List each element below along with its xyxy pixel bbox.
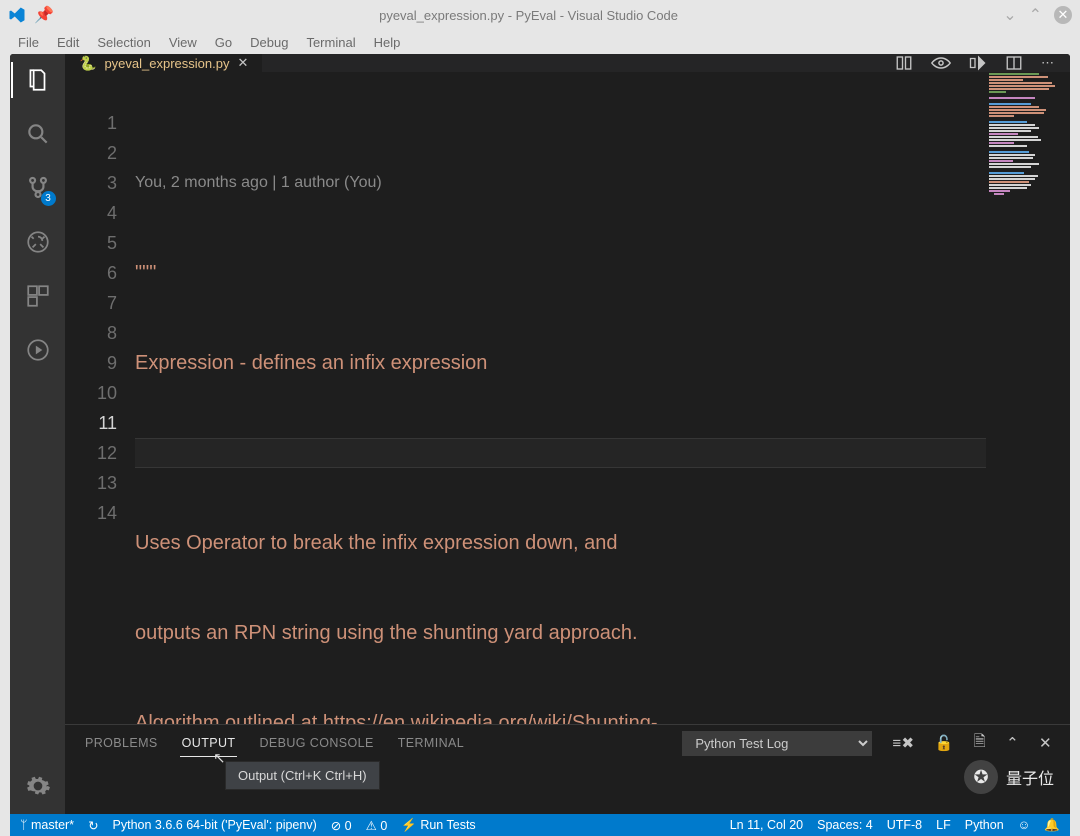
status-python[interactable]: Python 3.6.6 64-bit ('PyEval': pipenv) xyxy=(113,818,317,832)
codelens-1[interactable]: You, 2 months ago | 1 author (You) xyxy=(135,168,1070,198)
menu-file[interactable]: File xyxy=(18,35,39,50)
search-icon[interactable] xyxy=(24,120,52,148)
vscode-logo-icon xyxy=(8,6,26,24)
panel-tab-terminal[interactable]: TERMINAL xyxy=(396,730,466,756)
panel-tab-problems[interactable]: PROBLEMS xyxy=(83,730,160,756)
split-editor-icon[interactable] xyxy=(969,54,987,72)
editor-group: 🐍 pyeval_expression.py ✕ ⋯ 1 2 3 4 5 6 xyxy=(65,54,1070,814)
minimap[interactable] xyxy=(986,72,1070,724)
window-titlebar: 📌 pyeval_expression.py - PyEval - Visual… xyxy=(0,0,1080,30)
panel-maximize-icon[interactable]: ⌃ xyxy=(1006,734,1019,752)
menu-terminal[interactable]: Terminal xyxy=(306,35,355,50)
close-icon[interactable]: ✕ xyxy=(1054,6,1072,24)
status-language[interactable]: Python xyxy=(965,818,1004,832)
activity-bar: 3 xyxy=(10,54,65,814)
line-gutter: 1 2 3 4 5 6 7 8 9 10 11 12 13 14 xyxy=(65,72,135,724)
status-bell-icon[interactable]: 🔔 xyxy=(1044,818,1060,833)
split-right-icon[interactable] xyxy=(1005,54,1023,72)
tab-close-icon[interactable]: ✕ xyxy=(237,55,248,71)
extensions-icon[interactable] xyxy=(24,282,52,310)
status-feedback-icon[interactable]: ☺ xyxy=(1018,818,1031,832)
status-warnings[interactable]: ⚠ 0 xyxy=(366,818,388,833)
lock-scroll-icon[interactable]: 🔓 xyxy=(935,734,954,752)
status-lncol[interactable]: Ln 11, Col 20 xyxy=(730,818,803,832)
status-encoding[interactable]: UTF-8 xyxy=(887,818,922,832)
status-run-tests[interactable]: ⚡ Run Tests xyxy=(401,818,475,833)
panel-close-icon[interactable]: ✕ xyxy=(1039,734,1052,752)
menu-help[interactable]: Help xyxy=(374,35,401,50)
watermark-text: 量子位 xyxy=(1006,765,1054,789)
source-control-icon[interactable]: 3 xyxy=(24,174,52,202)
editor-tabs: 🐍 pyeval_expression.py ✕ ⋯ xyxy=(65,54,1070,72)
test-icon[interactable] xyxy=(24,336,52,364)
output-tooltip: Output (Ctrl+K Ctrl+H) xyxy=(225,761,380,790)
watermark-icon: ✪ xyxy=(964,760,998,794)
status-spaces[interactable]: Spaces: 4 xyxy=(817,818,873,832)
status-errors[interactable]: ⊘ 0 xyxy=(331,818,352,833)
status-eol[interactable]: LF xyxy=(936,818,951,832)
settings-gear-icon[interactable] xyxy=(24,772,52,800)
menu-view[interactable]: View xyxy=(169,35,197,50)
tab-pyeval-expression[interactable]: 🐍 pyeval_expression.py ✕ xyxy=(65,54,263,72)
menu-bar: File Edit Selection View Go Debug Termin… xyxy=(0,30,1080,54)
compare-changes-icon[interactable] xyxy=(895,54,913,72)
status-bar: ᛘ master* ↻ Python 3.6.6 64-bit ('PyEval… xyxy=(10,814,1070,836)
minimize-icon[interactable]: ⌄ xyxy=(1003,5,1016,25)
panel-tab-debug-console[interactable]: DEBUG CONSOLE xyxy=(257,730,375,756)
code-content[interactable]: You, 2 months ago | 1 author (You) """ E… xyxy=(135,72,1070,724)
toggle-blame-icon[interactable] xyxy=(931,56,951,70)
bottom-panel: PROBLEMS OUTPUT DEBUG CONSOLE TERMINAL P… xyxy=(65,724,1070,814)
output-channel-select[interactable]: Python Test Log xyxy=(682,731,872,756)
tab-filename: pyeval_expression.py xyxy=(104,56,229,71)
debug-icon[interactable] xyxy=(24,228,52,256)
watermark: ✪ 量子位 xyxy=(964,760,1054,794)
window-title: pyeval_expression.py - PyEval - Visual S… xyxy=(54,8,1003,23)
panel-tab-output[interactable]: OUTPUT xyxy=(180,730,238,757)
scm-badge: 3 xyxy=(41,191,56,206)
open-log-icon[interactable]: 🗎 xyxy=(974,731,986,756)
editor-body[interactable]: 1 2 3 4 5 6 7 8 9 10 11 12 13 14 You, 2 … xyxy=(65,72,1070,724)
menu-edit[interactable]: Edit xyxy=(57,35,79,50)
python-file-icon: 🐍 xyxy=(79,55,96,72)
status-branch[interactable]: ᛘ master* xyxy=(20,818,74,832)
menu-debug[interactable]: Debug xyxy=(250,35,288,50)
cursor-icon: ↖ xyxy=(213,749,226,767)
pin-icon[interactable]: 📌 xyxy=(34,5,54,25)
maximize-icon[interactable]: ⌃ xyxy=(1029,5,1042,25)
more-actions-icon[interactable]: ⋯ xyxy=(1041,55,1054,71)
explorer-icon[interactable] xyxy=(24,66,52,94)
clear-output-icon[interactable]: ≡✖ xyxy=(892,734,914,752)
menu-selection[interactable]: Selection xyxy=(97,35,150,50)
menu-go[interactable]: Go xyxy=(215,35,232,50)
app-frame: 3 🐍 pyeval_expression.py ✕ xyxy=(10,54,1070,814)
status-sync-icon[interactable]: ↻ xyxy=(88,818,98,833)
